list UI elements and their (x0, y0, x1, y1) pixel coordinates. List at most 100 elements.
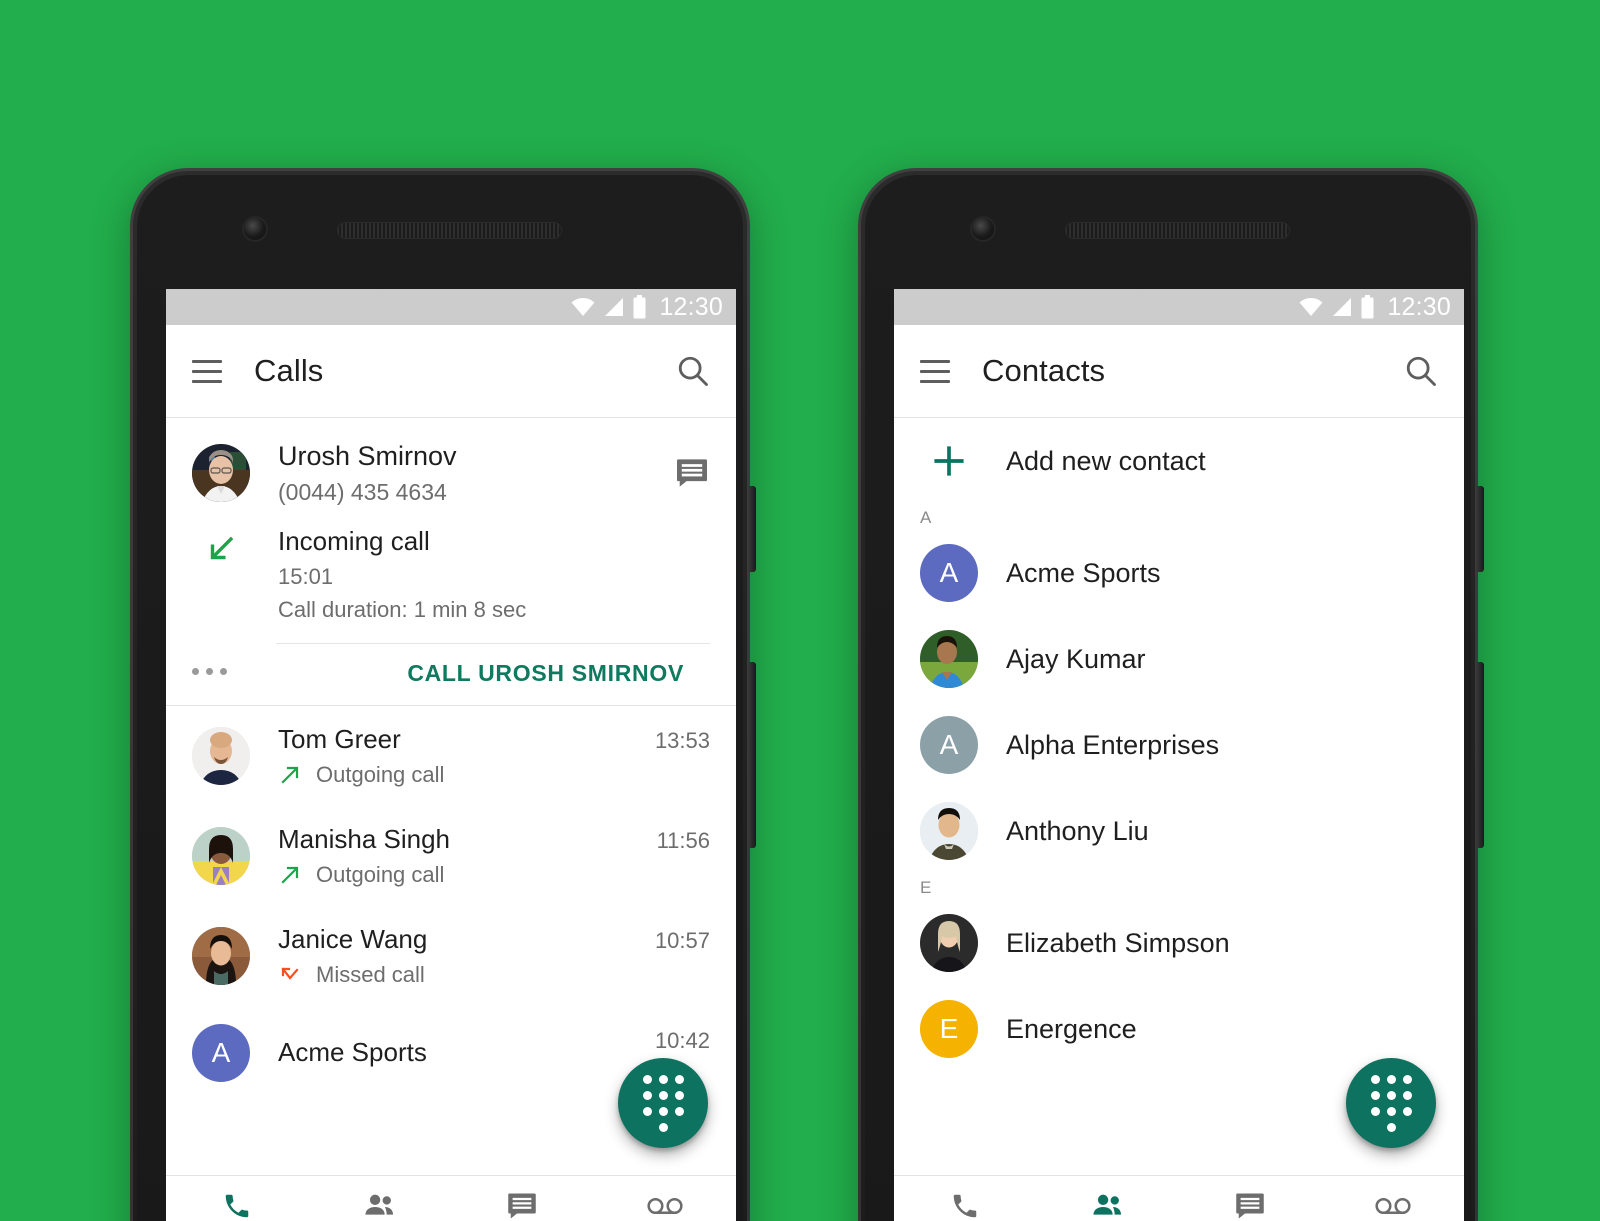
call-log-time: 11:56 (656, 827, 710, 853)
call-log-row[interactable]: Manisha Singh Outgoing call 11:56 (166, 806, 736, 906)
volume-button[interactable] (1476, 486, 1484, 572)
nav-item-messages[interactable]: Messages (451, 1176, 594, 1221)
status-bar-time: 12:30 (1387, 292, 1451, 321)
call-log-texts: Tom Greer Outgoing call (278, 724, 655, 788)
dialpad-fab-button[interactable] (618, 1058, 708, 1148)
call-log-row[interactable]: Tom Greer Outgoing call 13:53 (166, 706, 736, 806)
status-bar: 12:30 (894, 289, 1464, 325)
status-bar: 12:30 (166, 289, 736, 325)
expanded-call-card[interactable]: Urosh Smirnov (0044) 435 4634 Incoming c… (166, 418, 736, 706)
avatar-photo (920, 914, 978, 972)
contact-phone-number: (0044) 435 4634 (278, 478, 447, 505)
contact-name: Elizabeth Simpson (1006, 927, 1230, 958)
call-log-row[interactable]: Janice Wang Missed call 10:57 (166, 906, 736, 1006)
avatar-photo (920, 802, 978, 860)
power-button[interactable] (748, 662, 756, 848)
avatar-photo (920, 630, 978, 688)
call-log-type: Outgoing call (316, 761, 445, 787)
avatar-initial: A (920, 716, 978, 774)
add-new-contact-row[interactable]: Add new contact (894, 418, 1464, 504)
bottom-navigation: Calls Contacts Messages Voicemail (166, 1175, 736, 1221)
search-icon[interactable] (676, 354, 710, 388)
avatar-photo (192, 826, 250, 885)
message-icon (507, 1191, 537, 1221)
hamburger-icon[interactable] (920, 359, 950, 383)
call-log-subline: Outgoing call (278, 862, 657, 888)
voicemail-icon (1375, 1191, 1411, 1221)
contact-row[interactable]: A Alpha Enterprises (894, 702, 1464, 788)
incoming-arrow-icon (192, 526, 250, 623)
contact-row[interactable]: Elizabeth Simpson (894, 900, 1464, 986)
call-log-name: Janice Wang (278, 923, 428, 954)
call-log-time: 10:57 (654, 927, 710, 953)
page-title: Calls (254, 353, 324, 388)
call-log-name: Manisha Singh (278, 823, 450, 854)
avatar (920, 802, 978, 860)
search-icon[interactable] (1404, 354, 1438, 388)
call-log-subline: Missed call (278, 962, 655, 988)
volume-button[interactable] (748, 486, 756, 572)
call-log-texts: Acme Sports (278, 1037, 655, 1068)
contact-name: Ajay Kumar (1006, 643, 1146, 674)
call-direction-label: Incoming call (278, 525, 430, 556)
power-button[interactable] (1476, 662, 1484, 848)
avatar-initial: E (920, 1000, 978, 1058)
avatar: A (920, 544, 978, 602)
phone-icon (222, 1191, 252, 1221)
nav-item-messages[interactable]: Messages (1179, 1176, 1322, 1221)
hamburger-icon[interactable] (192, 359, 222, 383)
call-log-texts: Janice Wang Missed call (278, 924, 655, 988)
avatar-initial: A (920, 544, 978, 602)
contact-row[interactable]: Ajay Kumar (894, 616, 1464, 702)
section-header: E (920, 878, 932, 897)
signal-icon (605, 298, 624, 316)
status-bar-icons (1298, 295, 1375, 319)
people-icon (1092, 1191, 1124, 1221)
nav-item-voicemail[interactable]: Voicemail (1322, 1176, 1465, 1221)
call-log-time: 10:42 (654, 1027, 710, 1053)
call-contact-button[interactable]: CALL UROSH SMIRNOV (407, 660, 684, 687)
contact-row[interactable]: A Acme Sports (894, 530, 1464, 616)
call-detail: Incoming call 15:01 Call duration: 1 min… (166, 520, 736, 643)
missed-arrow-icon (281, 967, 299, 980)
call-log-texts: Manisha Singh Outgoing call (278, 824, 657, 888)
avatar (920, 630, 978, 688)
card-actions: CALL UROSH SMIRNOV (276, 642, 710, 705)
call-duration: Call duration: 1 min 8 sec (278, 596, 527, 622)
nav-item-calls[interactable]: Calls (894, 1176, 1037, 1221)
contact-row[interactable]: Anthony Liu (894, 788, 1464, 874)
expanded-call-header[interactable]: Urosh Smirnov (0044) 435 4634 (166, 418, 736, 520)
front-camera-icon (972, 218, 994, 240)
dialpad-fab-button[interactable] (1346, 1058, 1436, 1148)
message-icon (1235, 1191, 1265, 1221)
nav-item-contacts[interactable]: Contacts (309, 1176, 452, 1221)
more-options-icon[interactable] (192, 667, 227, 675)
dialpad-icon (642, 1074, 684, 1132)
nav-item-voicemail[interactable]: Voicemail (594, 1176, 737, 1221)
front-camera-icon (244, 218, 266, 240)
call-detail-texts: Incoming call 15:01 Call duration: 1 min… (278, 526, 526, 623)
nav-item-calls[interactable]: Calls (166, 1176, 309, 1221)
app-bar: Calls (166, 325, 736, 418)
call-log-subline: Outgoing call (278, 762, 655, 788)
status-bar-icons (570, 295, 647, 319)
contact-name: Urosh Smirnov (278, 441, 457, 471)
battery-icon (1361, 295, 1374, 319)
avatar: A (920, 716, 978, 774)
contact-name: Anthony Liu (1006, 815, 1149, 846)
nav-item-contacts[interactable]: Contacts (1037, 1176, 1180, 1221)
call-log-name: Acme Sports (278, 1037, 427, 1068)
avatar (192, 443, 250, 502)
wifi-icon (571, 298, 595, 316)
expanded-call-texts: Urosh Smirnov (0044) 435 4634 (278, 440, 674, 506)
earpiece-speaker-icon (1065, 222, 1290, 239)
voicemail-icon (647, 1191, 683, 1221)
page-title: Contacts (982, 353, 1106, 388)
call-log-type: Outgoing call (316, 861, 445, 887)
phone-device-contacts: 12:30 Contacts Add new contact A A Acme … (858, 168, 1484, 1221)
message-icon[interactable] (674, 458, 710, 488)
calls-screen: 12:30 Calls Urosh Smirnov (0044) 435 463… (166, 289, 736, 1221)
section-header: A (920, 508, 932, 527)
avatar (192, 926, 250, 985)
phone-device-calls: 12:30 Calls Urosh Smirnov (0044) 435 463… (130, 168, 756, 1221)
